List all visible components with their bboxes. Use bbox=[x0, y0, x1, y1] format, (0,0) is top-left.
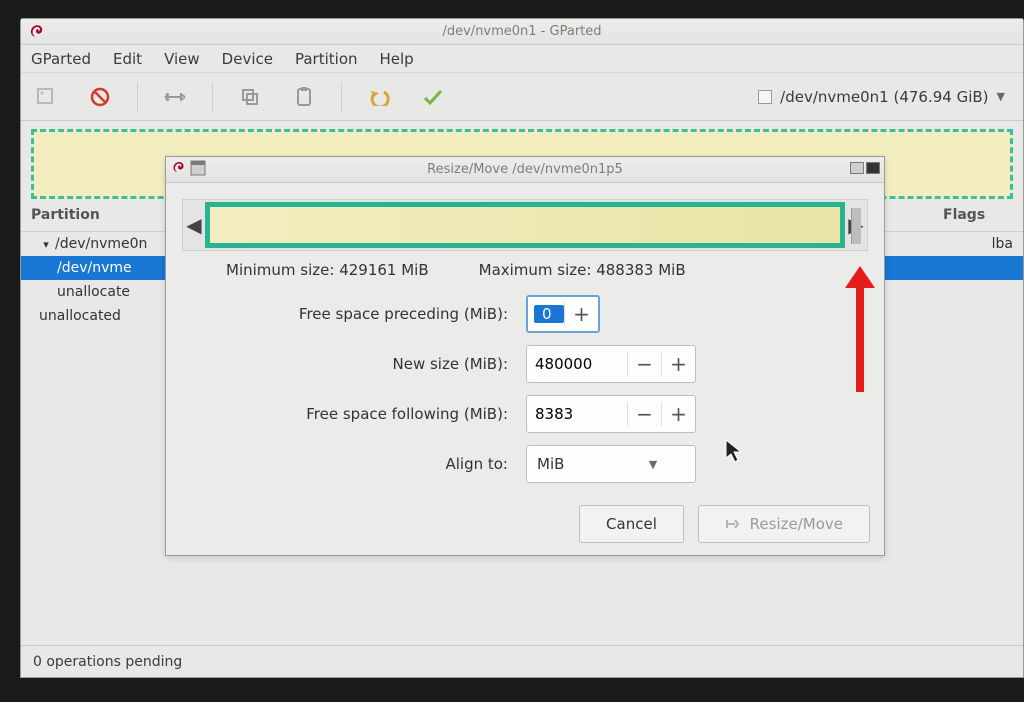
free-preceding-label: Free space preceding (MiB): bbox=[166, 305, 526, 323]
menu-gparted[interactable]: GParted bbox=[31, 50, 91, 68]
column-flags[interactable]: Flags bbox=[943, 207, 1013, 223]
menu-view[interactable]: View bbox=[164, 50, 200, 68]
debian-swirl-icon bbox=[27, 23, 45, 41]
tree-row-label: unallocated bbox=[39, 308, 121, 324]
cancel-button[interactable]: Cancel bbox=[579, 505, 684, 543]
menu-help[interactable]: Help bbox=[380, 50, 414, 68]
dialog-title: Resize/Move /dev/nvme0n1p5 bbox=[427, 162, 623, 177]
debian-swirl-icon bbox=[170, 160, 186, 176]
new-partition-icon[interactable] bbox=[29, 80, 63, 114]
resize-move-button[interactable]: Resize/Move bbox=[698, 505, 870, 543]
tree-row-label: /dev/nvme0n bbox=[55, 236, 147, 252]
chevron-down-icon: ▼ bbox=[611, 458, 695, 471]
dialog-buttons: Cancel Resize/Move bbox=[579, 505, 870, 543]
disk-icon bbox=[758, 90, 772, 104]
free-following-input[interactable] bbox=[527, 405, 627, 423]
window-titlebar: /dev/nvme0n1 - GParted bbox=[21, 19, 1023, 45]
undo-icon[interactable] bbox=[362, 80, 396, 114]
copy-icon[interactable] bbox=[233, 80, 267, 114]
close-button[interactable] bbox=[866, 162, 880, 174]
dialog-titlebar: Resize/Move /dev/nvme0n1p5 bbox=[166, 157, 884, 183]
align-to-value: MiB bbox=[527, 455, 611, 473]
plus-icon[interactable]: + bbox=[661, 402, 695, 426]
resize-handle[interactable] bbox=[851, 208, 861, 244]
resize-move-dialog: Resize/Move /dev/nvme0n1p5 ◀ ▶ Minimum s… bbox=[165, 156, 885, 556]
separator bbox=[137, 82, 138, 112]
align-to-combo[interactable]: MiB ▼ bbox=[526, 445, 696, 483]
menu-device[interactable]: Device bbox=[222, 50, 273, 68]
toolbar: /dev/nvme0n1 (476.94 GiB) ▼ bbox=[21, 73, 1023, 121]
device-selector-label: /dev/nvme0n1 (476.94 GiB) bbox=[780, 88, 988, 106]
new-size-label: New size (MiB): bbox=[166, 355, 526, 373]
partition-resize-slider[interactable]: ◀ ▶ bbox=[182, 199, 868, 251]
chevron-down-icon: ▼ bbox=[997, 90, 1005, 103]
status-text: 0 operations pending bbox=[33, 654, 182, 670]
paste-icon[interactable] bbox=[287, 80, 321, 114]
new-size-spinner[interactable]: − + bbox=[526, 345, 696, 383]
maximum-size-label: Maximum size: 488383 MiB bbox=[479, 261, 686, 279]
device-selector[interactable]: /dev/nvme0n1 (476.94 GiB) ▼ bbox=[748, 84, 1015, 110]
minus-icon[interactable]: − bbox=[627, 402, 661, 426]
resize-move-icon[interactable] bbox=[158, 80, 192, 114]
flags-cell: lba bbox=[992, 236, 1013, 252]
plus-icon[interactable]: + bbox=[564, 302, 598, 326]
minus-icon[interactable]: − bbox=[627, 352, 661, 376]
plus-icon[interactable]: + bbox=[661, 352, 695, 376]
free-following-label: Free space following (MiB): bbox=[166, 405, 526, 423]
tree-row-label: /dev/nvme bbox=[57, 260, 132, 276]
size-bounds: Minimum size: 429161 MiB Maximum size: 4… bbox=[226, 261, 844, 279]
statusbar: 0 operations pending bbox=[21, 645, 1023, 677]
menu-edit[interactable]: Edit bbox=[113, 50, 142, 68]
tree-row-label: unallocate bbox=[57, 284, 130, 300]
column-partition[interactable]: Partition bbox=[31, 207, 181, 223]
maximize-button[interactable] bbox=[850, 162, 864, 174]
apply-arrow-icon bbox=[725, 515, 744, 533]
resize-form: Free space preceding (MiB): + New size (… bbox=[166, 289, 844, 489]
separator bbox=[341, 82, 342, 112]
partition-bar[interactable] bbox=[205, 202, 845, 248]
align-to-label: Align to: bbox=[166, 455, 526, 473]
separator bbox=[212, 82, 213, 112]
menubar: GParted Edit View Device Partition Help bbox=[21, 45, 1023, 73]
window-title: /dev/nvme0n1 - GParted bbox=[442, 24, 601, 39]
minimum-size-label: Minimum size: 429161 MiB bbox=[226, 261, 429, 279]
expander-icon[interactable]: ▾ bbox=[39, 238, 53, 251]
triangle-left-icon[interactable]: ◀ bbox=[183, 213, 205, 237]
delete-partition-icon[interactable] bbox=[83, 80, 117, 114]
free-preceding-input[interactable] bbox=[534, 305, 564, 323]
free-following-spinner[interactable]: − + bbox=[526, 395, 696, 433]
free-preceding-spinner[interactable]: + bbox=[526, 295, 600, 333]
window-icon bbox=[190, 160, 206, 176]
menu-partition[interactable]: Partition bbox=[295, 50, 358, 68]
new-size-input[interactable] bbox=[527, 355, 627, 373]
apply-icon[interactable] bbox=[416, 80, 450, 114]
